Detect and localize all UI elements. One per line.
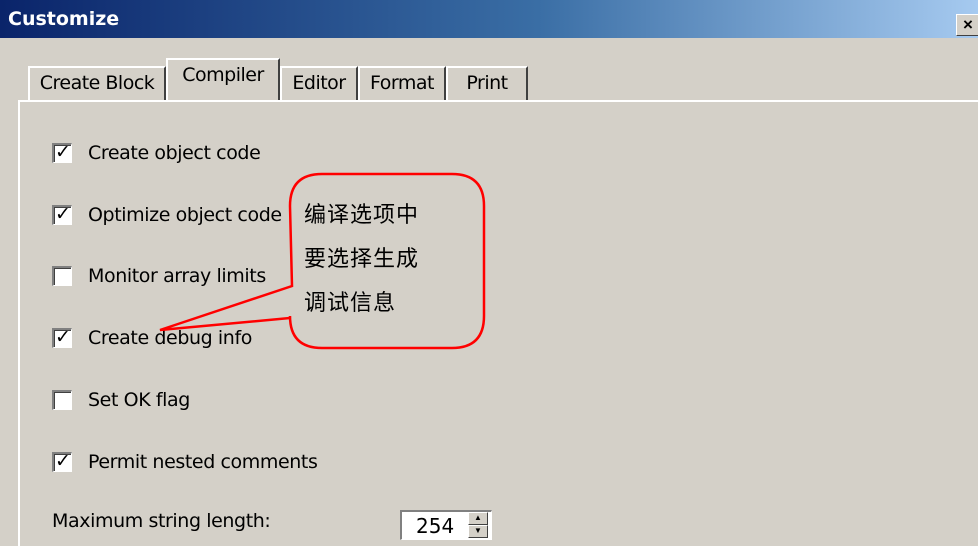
tab-compiler[interactable]: Compiler <box>166 58 280 100</box>
callout-bubble <box>159 172 486 350</box>
callout-line: 要选择生成 <box>304 247 420 272</box>
callout-text: 编译选项中 要选择生成 调试信息 <box>304 194 464 326</box>
tab-label: Compiler <box>182 64 264 86</box>
callout-line: 编译选项中 <box>304 203 420 228</box>
callout-line: 调试信息 <box>304 291 397 316</box>
